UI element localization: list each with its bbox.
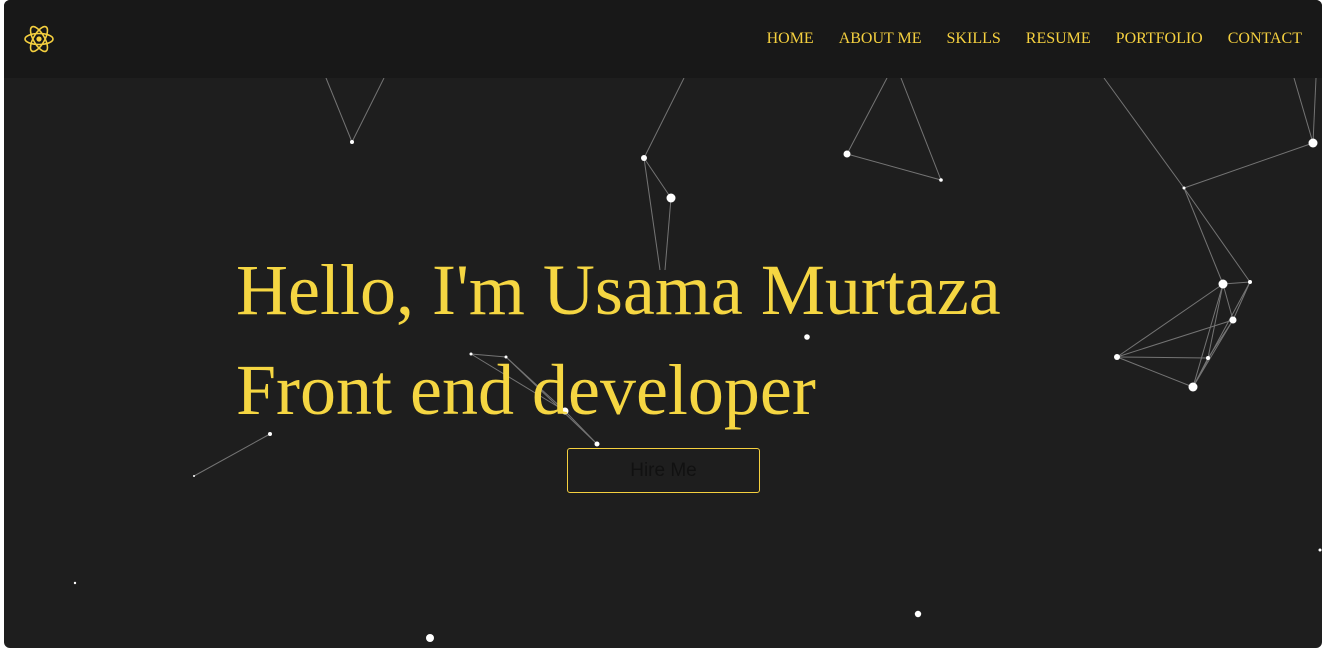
particle-dot	[641, 155, 647, 161]
particle-dot	[1182, 186, 1186, 190]
particle-dot	[594, 441, 600, 447]
nav-link-contact[interactable]: CONTACT	[1228, 30, 1302, 48]
nav-links: HOME ABOUT ME SKILLS RESUME PORTFOLIO CO…	[767, 30, 1302, 48]
hero-greeting: Hello, I'm Usama Murtaza	[236, 250, 1001, 330]
particle-link	[900, 77, 942, 181]
particle-dot	[1114, 354, 1120, 360]
hero-section: Hello, I'm Usama Murtaza Front end devel…	[236, 240, 1001, 440]
particle-link	[643, 77, 685, 159]
particle-link	[193, 433, 271, 477]
particle-link	[1192, 283, 1224, 388]
particle-dot	[939, 178, 943, 182]
page-window: HOME ABOUT ME SKILLS RESUME PORTFOLIO CO…	[4, 0, 1322, 648]
particle-dot	[1318, 548, 1322, 552]
particle-link	[1116, 319, 1234, 358]
particle-dot	[1188, 382, 1198, 392]
nav-link-portfolio[interactable]: PORTFOLIO	[1116, 30, 1203, 48]
particle-link	[1116, 356, 1194, 388]
particle-link	[351, 77, 385, 143]
hire-me-button[interactable]: Hire Me	[567, 448, 760, 493]
particle-link	[1183, 187, 1251, 283]
nav-link-about-me[interactable]: ABOUT ME	[839, 30, 922, 48]
react-atom-icon[interactable]	[22, 22, 56, 56]
particle-link	[325, 77, 353, 143]
nav-link-skills[interactable]: SKILLS	[947, 30, 1001, 48]
particle-dot	[1218, 279, 1228, 289]
particle-dot	[843, 150, 851, 158]
particle-link	[846, 77, 888, 155]
particle-dot	[1248, 280, 1252, 284]
particle-dot	[73, 581, 77, 585]
particle-dot	[1206, 356, 1210, 360]
nav-link-resume[interactable]: RESUME	[1026, 30, 1091, 48]
particle-link	[1312, 77, 1317, 144]
particle-link	[1183, 142, 1314, 189]
particle-link	[1116, 283, 1224, 358]
particle-link	[1116, 356, 1209, 359]
particle-link	[643, 157, 672, 199]
particle-dot	[666, 193, 676, 203]
particle-dot	[350, 140, 354, 144]
particle-link	[1103, 77, 1185, 189]
navbar: HOME ABOUT ME SKILLS RESUME PORTFOLIO CO…	[4, 0, 1322, 78]
particle-dot	[1229, 316, 1237, 324]
particle-link	[1293, 77, 1314, 144]
hero-role: Front end developer	[236, 350, 816, 430]
nav-link-home[interactable]: HOME	[767, 30, 814, 48]
particle-link	[1192, 319, 1234, 388]
particle-dot	[1308, 138, 1318, 148]
particle-dot	[426, 634, 434, 642]
particle-link	[846, 153, 942, 181]
particle-dot	[193, 475, 195, 477]
particle-link	[1222, 283, 1234, 321]
particle-dot	[914, 610, 922, 618]
